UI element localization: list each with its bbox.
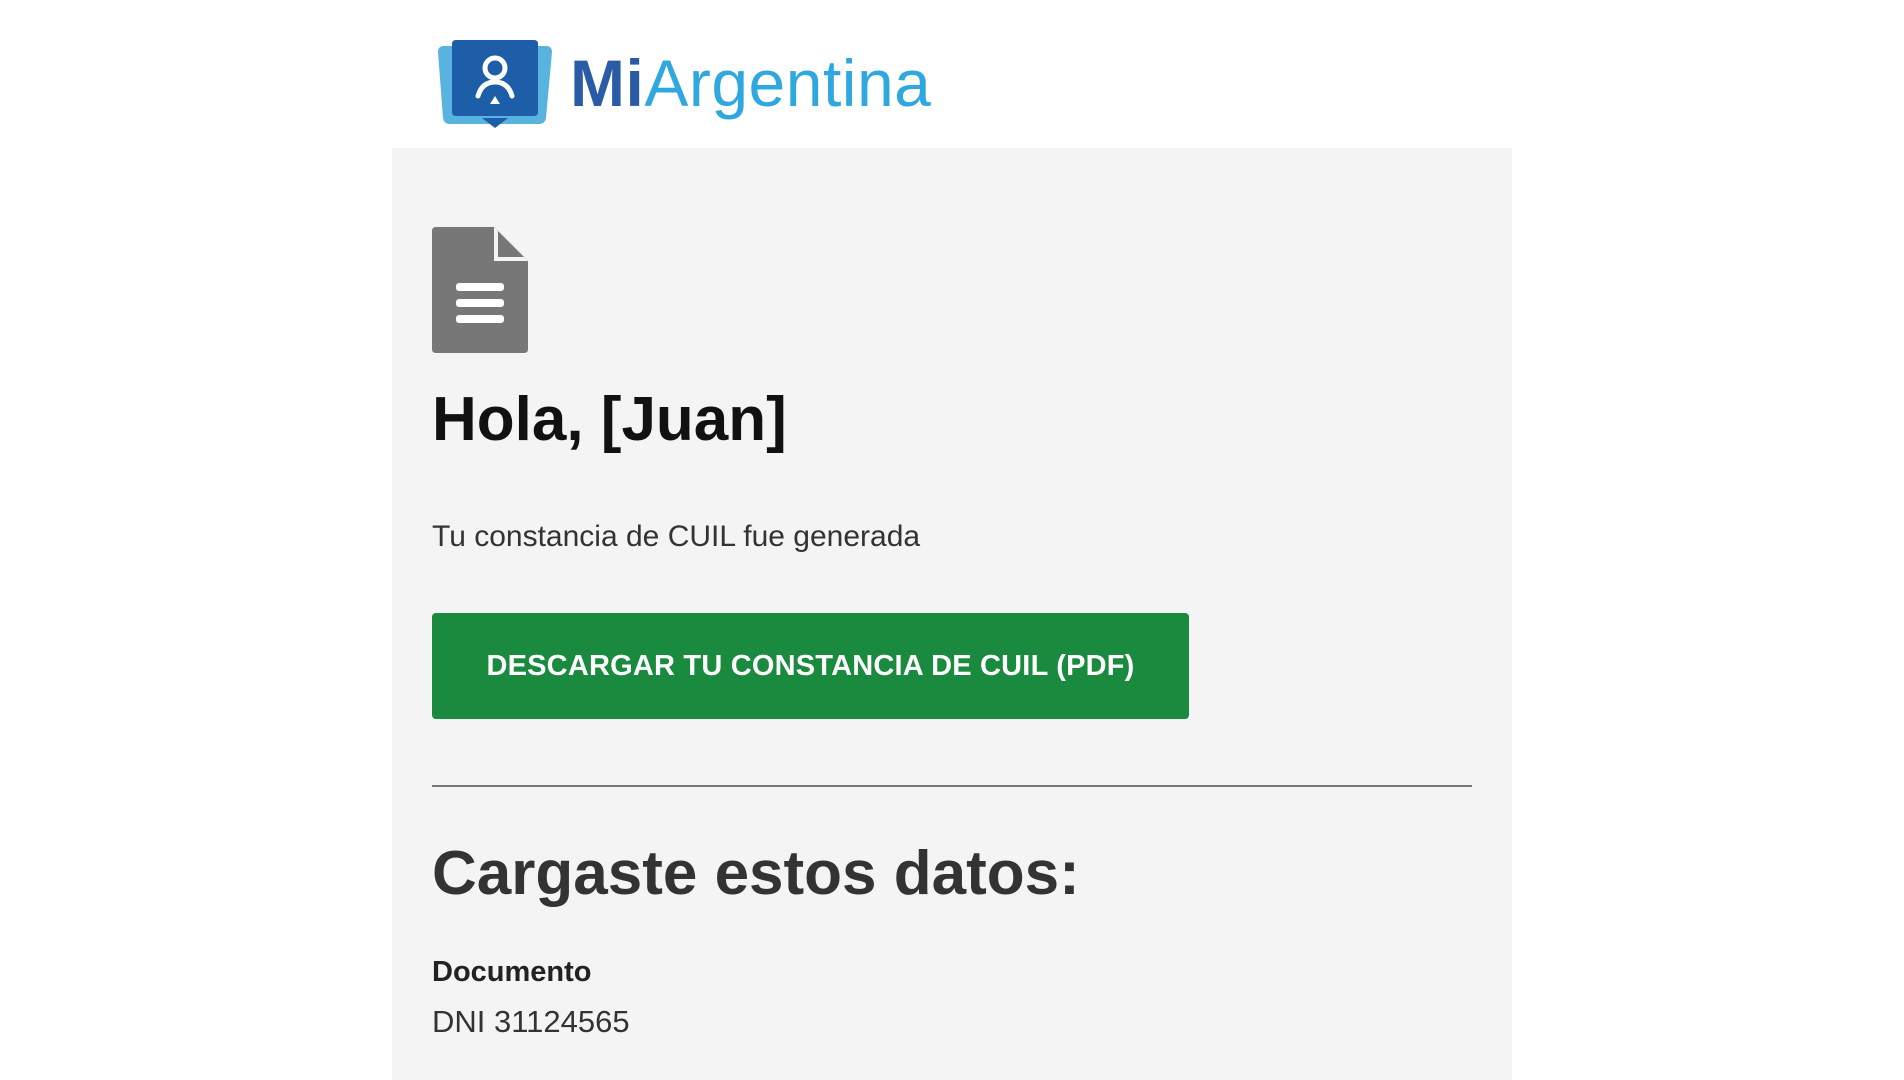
logo-text-argentina: Argentina (644, 46, 932, 120)
confirmation-message: Tu constancia de CUIL fue generada (432, 520, 921, 553)
logo-text-mi: Mi (570, 46, 645, 120)
section-title: Cargaste estos datos: (432, 839, 1080, 908)
document-field-label: Documento (432, 956, 592, 988)
content-card: Hola, [Juan] Tu constancia de CUIL fue g… (392, 148, 1512, 1080)
email-page: MiArgentina Hola, [Juan] Tu constancia d… (0, 0, 1904, 1080)
miargentina-logo[interactable]: MiArgentina (434, 38, 931, 128)
header: MiArgentina (392, 0, 1512, 148)
download-cuil-button[interactable]: DESCARGAR TU CONSTANCIA DE CUIL (PDF) (432, 613, 1189, 719)
document-icon (432, 227, 528, 353)
divider (432, 785, 1472, 787)
person-pin-card-icon (434, 38, 556, 128)
greeting-heading: Hola, [Juan] (432, 385, 787, 454)
document-field-value: DNI 31124565 (432, 1004, 630, 1039)
logo-text: MiArgentina (570, 50, 931, 116)
